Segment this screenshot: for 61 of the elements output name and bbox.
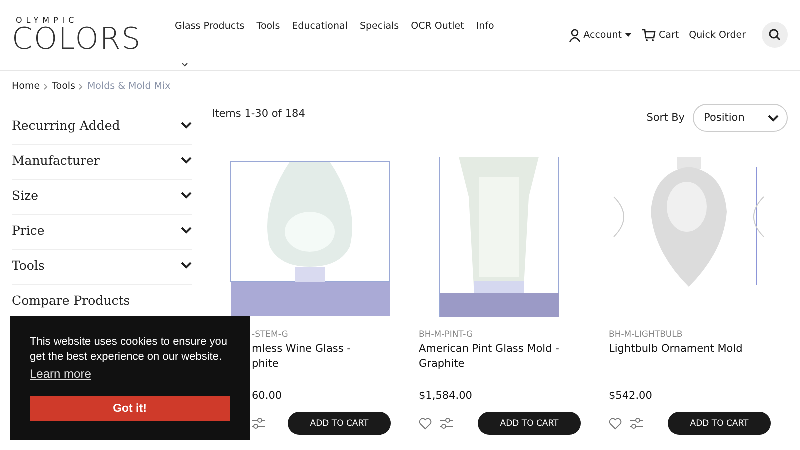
search-button[interactable]: [762, 22, 788, 48]
filter-header[interactable]: Size: [12, 180, 192, 215]
chevron-down-icon: [181, 226, 192, 234]
add-to-cart-button[interactable]: ADD TO CART: [478, 412, 581, 435]
user-icon: [568, 28, 581, 42]
filter-header[interactable]: Manufacturer: [12, 145, 192, 180]
caret-icon: [625, 33, 632, 37]
chevron-down-icon: [181, 156, 192, 164]
product-name[interactable]: Lightbulb Ornament Mold: [609, 342, 771, 357]
nav-link[interactable]: Educational: [292, 21, 348, 32]
compare-icon[interactable]: [630, 418, 643, 429]
chevron-down-icon: [181, 262, 192, 268]
got-it-button[interactable]: Got it!: [30, 396, 230, 421]
chevron-down-icon: [181, 122, 192, 128]
quick-order-link[interactable]: Quick Order: [689, 30, 746, 40]
account-link[interactable]: Account: [568, 28, 632, 42]
sort-label: Sort By: [646, 112, 685, 124]
nav-link[interactable]: OCR Outlet: [411, 21, 464, 32]
filter-label: Manufacturer: [12, 152, 100, 168]
breadcrumb-link[interactable]: Home: [12, 81, 40, 92]
cart-icon: [642, 28, 656, 42]
add-to-cart-button[interactable]: ADD TO CART: [668, 412, 771, 435]
logo-tagline: OLYMPIC: [16, 16, 80, 25]
product-sku: BH-M-PINT-G: [419, 330, 474, 340]
nav-link[interactable]: Glass Products: [175, 21, 245, 32]
logo-wordmark[interactable]: COLORS: [12, 25, 162, 55]
heart-icon[interactable]: [609, 418, 622, 430]
nav-link[interactable]: Info: [476, 21, 494, 32]
sort-select[interactable]: Position: [693, 104, 788, 132]
filter-label: Price: [12, 222, 45, 238]
learn-more-link[interactable]: Learn more: [30, 367, 92, 381]
add-to-cart-button[interactable]: ADD TO CART: [288, 412, 391, 435]
search-icon: [769, 29, 781, 41]
chevron-down-icon: [181, 192, 192, 198]
filter-header[interactable]: Recurring Added: [12, 110, 192, 145]
product-price: $1,584.00: [419, 390, 474, 402]
compare-title: Compare Products: [12, 293, 132, 308]
product-price: 60.00: [252, 390, 284, 402]
product-name[interactable]: mless Wine Glass - phite: [252, 342, 391, 372]
cart-link[interactable]: Cart: [642, 28, 680, 42]
product-name[interactable]: American Pint Glass Mold - Graphite: [419, 342, 581, 372]
filter-header[interactable]: Price: [12, 215, 192, 250]
chevron-right-icon: [79, 84, 84, 90]
heart-icon[interactable]: [419, 418, 432, 430]
product-sku: -STEM-G: [252, 330, 290, 340]
product-price: $542.00: [609, 390, 654, 402]
cookie-message: This website uses cookies to ensure you get the best experience on our website.: [30, 335, 228, 365]
compare-icon[interactable]: [440, 418, 453, 429]
filter-label: Recurring Added: [12, 118, 120, 132]
filter-label: Tools: [12, 258, 45, 272]
product-sku: BH-M-LIGHTBULB: [609, 330, 684, 340]
compare-icon[interactable]: [252, 418, 265, 429]
filter-header[interactable]: Tools: [12, 250, 192, 285]
nav-link[interactable]: Tools: [256, 21, 280, 32]
breadcrumb-link[interactable]: Tools: [52, 81, 76, 92]
chevron-down-icon: [768, 114, 779, 122]
item-count: Items 1-30 of 184: [212, 108, 306, 120]
chevron-right-icon: [44, 84, 48, 90]
chevron-down-icon[interactable]: [182, 63, 188, 67]
filter-label: Size: [12, 188, 39, 202]
nav-link[interactable]: Specials: [360, 21, 400, 32]
